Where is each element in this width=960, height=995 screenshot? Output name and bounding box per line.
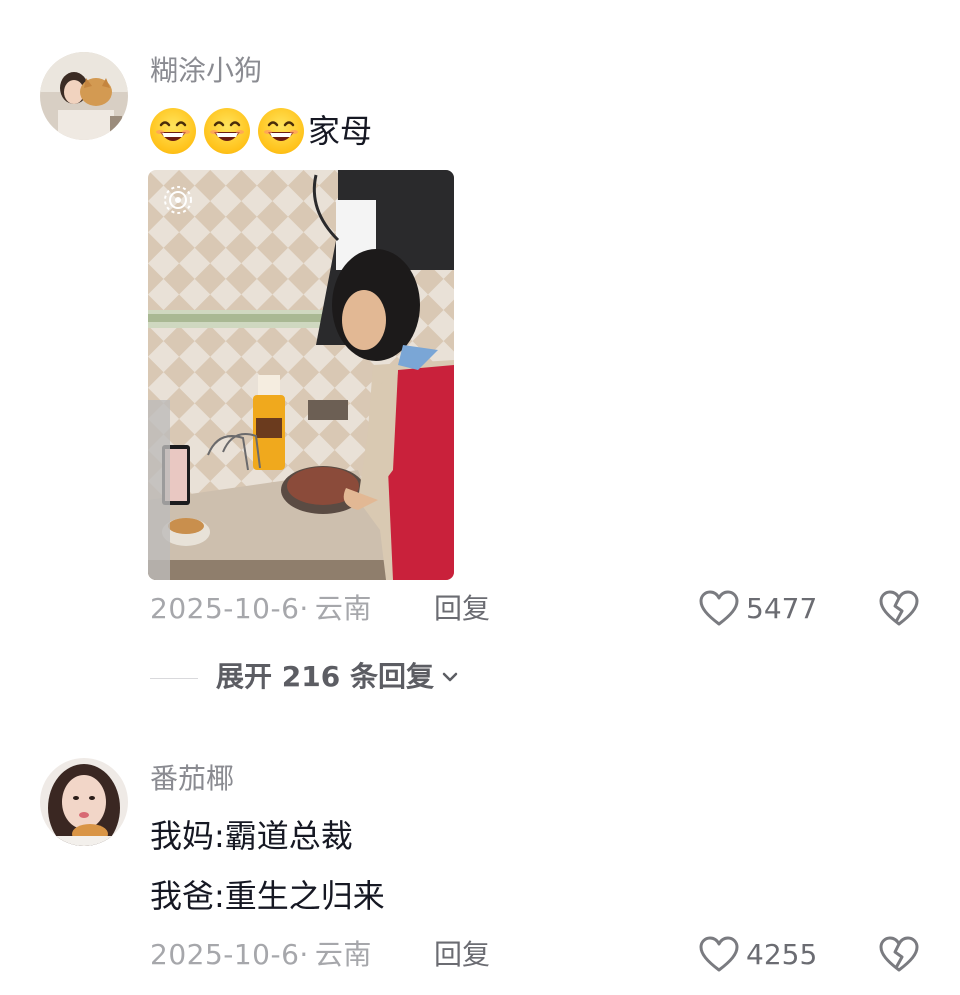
dislike-button[interactable] <box>878 934 920 980</box>
comment-text-line-1: 我妈:霸道总裁 <box>150 817 353 855</box>
expand-replies-button[interactable]: 展开 216 条回复 <box>216 660 460 694</box>
heart-icon <box>698 588 740 630</box>
like-button[interactable]: 4255 <box>698 934 817 976</box>
username[interactable]: 糊涂小狗 <box>150 54 262 88</box>
comment-text-line-2: 我爸:重生之归来 <box>150 877 385 915</box>
comment-date: 2025-10-6· 云南 <box>150 592 372 626</box>
reply-button[interactable]: 回复 <box>434 592 490 626</box>
chevron-down-icon <box>440 667 460 687</box>
location-label: 云南 <box>314 592 372 625</box>
username[interactable]: 番茄椰 <box>150 762 234 796</box>
divider <box>150 678 198 679</box>
like-count: 4255 <box>746 938 818 971</box>
comment-text-label: 家母 <box>308 112 373 150</box>
date-label: 2025-10-6· <box>150 592 309 625</box>
date-label: 2025-10-6· <box>150 938 309 971</box>
comment-text: 家母 <box>150 108 372 154</box>
dislike-button[interactable] <box>878 588 920 634</box>
expand-replies-label: 展开 216 条回复 <box>216 660 434 693</box>
grinning-face-icon <box>258 108 304 154</box>
grinning-face-icon <box>150 108 196 154</box>
comment-image[interactable] <box>148 170 454 580</box>
comment-date: 2025-10-6· 云南 <box>150 938 372 972</box>
avatar[interactable] <box>40 758 128 846</box>
grinning-face-icon <box>204 108 250 154</box>
like-button[interactable]: 5477 <box>698 588 817 630</box>
reply-button[interactable]: 回复 <box>434 938 490 972</box>
broken-heart-icon <box>878 588 920 630</box>
heart-icon <box>698 934 740 976</box>
like-count: 5477 <box>746 592 818 625</box>
avatar[interactable] <box>40 52 128 140</box>
location-label: 云南 <box>314 938 372 971</box>
broken-heart-icon <box>878 934 920 976</box>
